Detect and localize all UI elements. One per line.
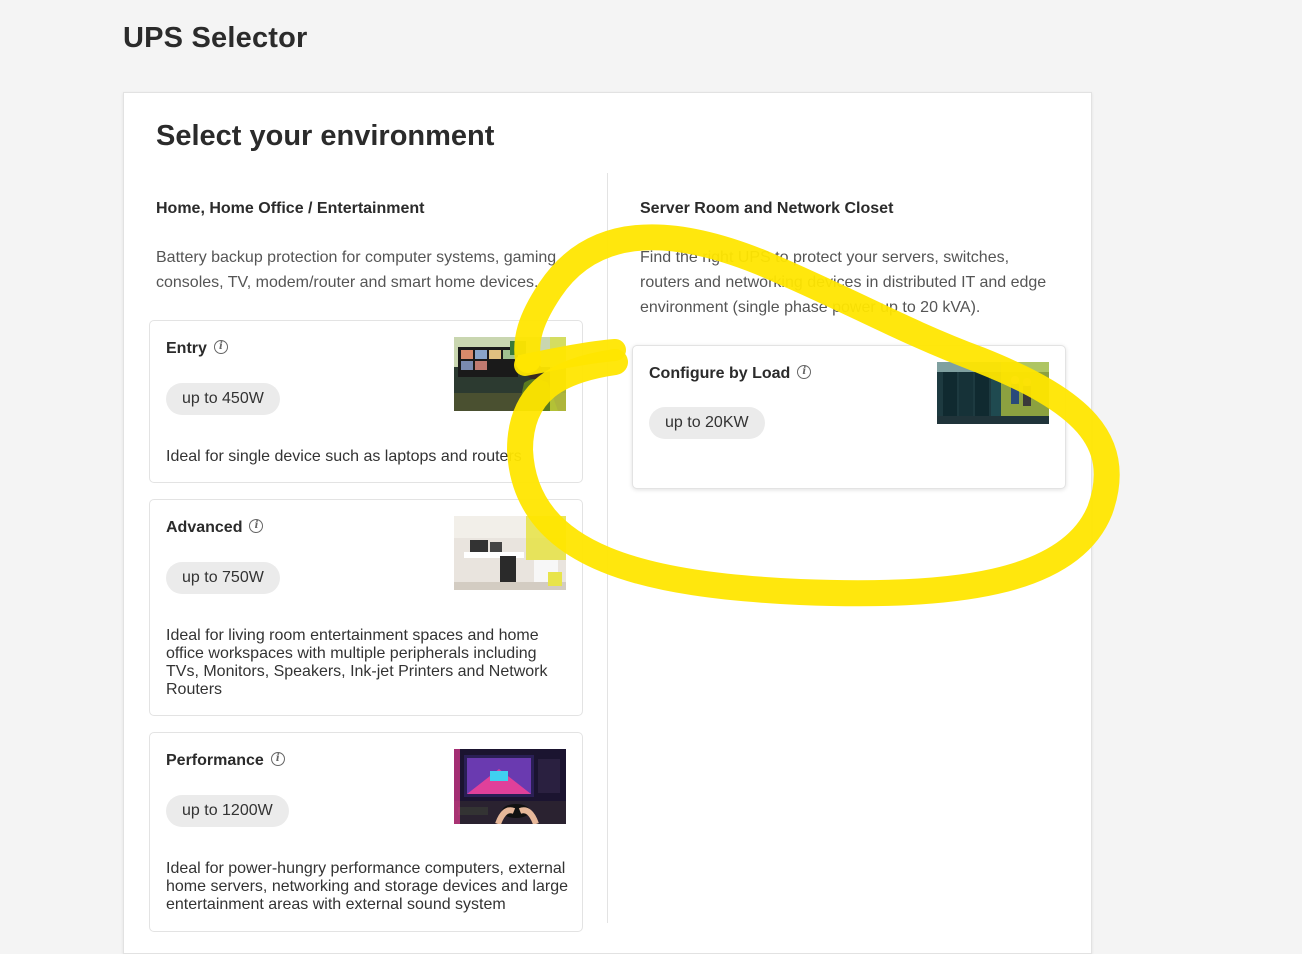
- configure-power-pill: up to 20KW: [649, 407, 765, 439]
- server-description: Find the right UPS to protect your serve…: [640, 249, 1047, 316]
- info-icon[interactable]: i: [270, 752, 285, 766]
- info-icon[interactable]: i: [213, 340, 228, 354]
- advanced-card-title: Advanced: [166, 519, 243, 536]
- entry-card-title: Entry: [166, 340, 207, 357]
- page-title: UPS Selector: [123, 22, 308, 54]
- server-heading: Server Room and Network Closet: [640, 200, 894, 217]
- home-heading: Home, Home Office / Entertainment: [156, 200, 425, 217]
- home-description: Battery backup protection for computer s…: [156, 249, 557, 291]
- configure-card-title: Configure by Load: [649, 365, 791, 382]
- advanced-card-title-row: Advanced i: [166, 519, 264, 537]
- advanced-card[interactable]: Advanced i up to 750W Ideal for living r…: [149, 499, 583, 716]
- configure-card-title-row: Configure by Load i: [649, 365, 812, 383]
- advanced-card-description: Ideal for living room entertainment spac…: [166, 627, 548, 698]
- gaming-setup-photo: [454, 749, 566, 824]
- entry-power-pill: up to 450W: [166, 383, 280, 415]
- performance-card-title: Performance: [166, 752, 264, 769]
- section-title: Select your environment: [156, 120, 495, 152]
- performance-card-title-row: Performance i: [166, 752, 285, 770]
- monitor-workspace-photo: [454, 337, 566, 411]
- info-icon[interactable]: i: [249, 519, 264, 533]
- home-office-photo: [454, 516, 566, 590]
- performance-card-description: Ideal for power-hungry performance compu…: [166, 860, 568, 913]
- server-column: Server Room and Network Closet Find the …: [640, 200, 1060, 320]
- info-icon[interactable]: i: [797, 365, 812, 379]
- advanced-power-pill: up to 750W: [166, 562, 280, 594]
- home-column: Home, Home Office / Entertainment Batter…: [156, 200, 566, 295]
- configure-by-load-card[interactable]: Configure by Load i up to 20KW: [632, 345, 1066, 489]
- performance-power-pill: up to 1200W: [166, 795, 289, 827]
- entry-card[interactable]: Entry i up to 450W Ideal for single devi…: [149, 320, 583, 483]
- entry-card-title-row: Entry i: [166, 340, 228, 358]
- column-divider: [607, 173, 608, 923]
- environment-panel: Select your environment Home, Home Offic…: [123, 92, 1092, 954]
- server-room-photo: [937, 362, 1049, 424]
- entry-card-description: Ideal for single device such as laptops …: [166, 448, 522, 465]
- performance-card[interactable]: Performance i up to 1200W Ideal for powe…: [149, 732, 583, 932]
